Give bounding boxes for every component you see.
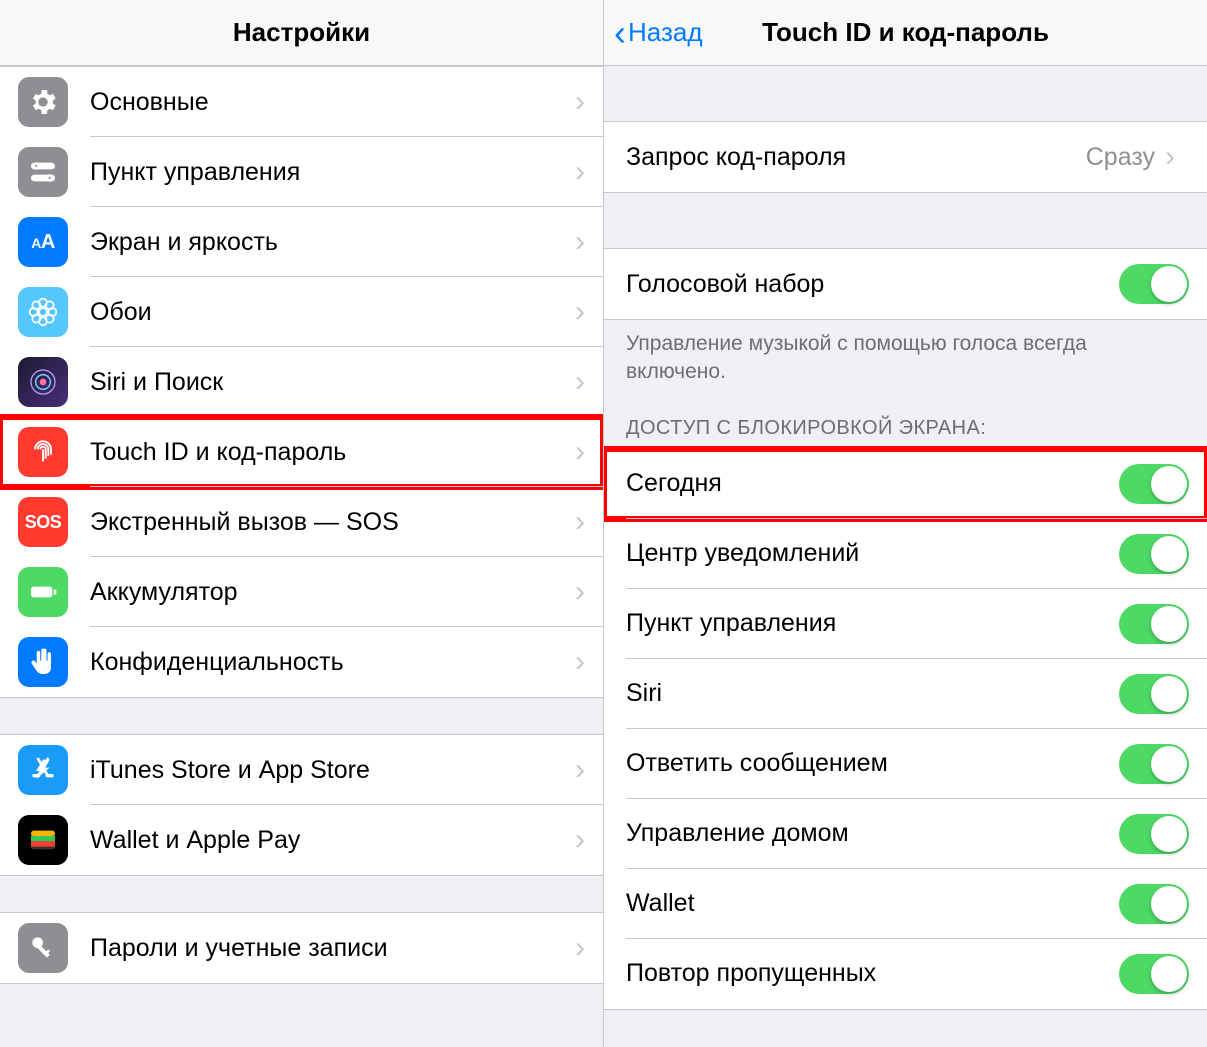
chevron-right-icon: ›	[575, 505, 585, 539]
siri-icon	[18, 357, 68, 407]
chevron-left-icon: ‹	[614, 15, 626, 51]
row-voice-dial[interactable]: Голосовой набор	[604, 249, 1207, 319]
gear-icon	[18, 77, 68, 127]
settings-row-battery[interactable]: Аккумулятор›	[0, 557, 603, 627]
group-lock-access: СегодняЦентр уведомленийПункт управления…	[604, 448, 1207, 1010]
lock-switch-siri[interactable]	[1119, 674, 1189, 714]
settings-row-label: iTunes Store и App Store	[90, 738, 575, 803]
settings-row-label: Пункт управления	[90, 140, 575, 205]
settings-row-label: Экран и яркость	[90, 210, 575, 275]
settings-group: iTunes Store и App Store›Wallet и Apple …	[0, 734, 603, 876]
settings-row-wallpaper[interactable]: Обои›	[0, 277, 603, 347]
lock-row-siri[interactable]: Siri	[604, 659, 1207, 729]
voice-dial-switch[interactable]	[1119, 264, 1189, 304]
chevron-right-icon: ›	[575, 931, 585, 965]
settings-row-label: Wallet и Apple Pay	[90, 808, 575, 873]
lock-row-return-missed[interactable]: Повтор пропущенных	[604, 939, 1207, 1009]
lock-switch-cc[interactable]	[1119, 604, 1189, 644]
flower-icon	[18, 287, 68, 337]
settings-row-passwords[interactable]: Пароли и учетные записи›	[0, 913, 603, 983]
chevron-right-icon: ›	[1165, 140, 1175, 174]
settings-row-itunes[interactable]: iTunes Store и App Store›	[0, 735, 603, 805]
settings-row-label: Конфиденциальность	[90, 630, 575, 695]
chevron-right-icon: ›	[575, 645, 585, 679]
lock-row-notif[interactable]: Центр уведомлений	[604, 519, 1207, 589]
lock-row-today[interactable]: Сегодня	[604, 449, 1207, 519]
chevron-right-icon: ›	[575, 225, 585, 259]
wallet-icon	[18, 815, 68, 865]
settings-row-label: Siri и Поиск	[90, 350, 575, 415]
voice-dial-label: Голосовой набор	[626, 252, 1119, 317]
lock-switch-reply[interactable]	[1119, 744, 1189, 784]
settings-row-label: Обои	[90, 280, 575, 345]
switches-icon	[18, 147, 68, 197]
lock-row-wallet[interactable]: Wallet	[604, 869, 1207, 939]
settings-row-label: Touch ID и код-пароль	[90, 420, 575, 485]
settings-row-label: Экстренный вызов — SOS	[90, 490, 575, 555]
lock-switch-notif[interactable]	[1119, 534, 1189, 574]
lock-row-reply[interactable]: Ответить сообщением	[604, 729, 1207, 799]
settings-row-label: Основные	[90, 70, 575, 135]
aa-icon: AA	[18, 217, 68, 267]
settings-row-display[interactable]: AA Экран и яркость›	[0, 207, 603, 277]
lock-row-label: Wallet	[626, 871, 1119, 936]
lock-row-home[interactable]: Управление домом	[604, 799, 1207, 869]
battery-icon	[18, 567, 68, 617]
row-require-passcode[interactable]: Запрос код-пароля Сразу ›	[604, 122, 1207, 192]
touchid-content[interactable]: Запрос код-пароля Сразу › Голосовой набо…	[604, 66, 1207, 1047]
lock-row-label: Ответить сообщением	[626, 731, 1119, 796]
touchid-pane: ‹ Назад Touch ID и код-пароль Запрос код…	[604, 0, 1207, 1047]
settings-row-siri[interactable]: Siri и Поиск›	[0, 347, 603, 417]
chevron-right-icon: ›	[575, 85, 585, 119]
chevron-right-icon: ›	[575, 823, 585, 857]
group-require-passcode: Запрос код-пароля Сразу ›	[604, 121, 1207, 193]
hand-icon	[18, 637, 68, 687]
voice-dial-footer: Управление музыкой с помощью голоса всег…	[604, 320, 1207, 393]
lock-access-header: ДОСТУП С БЛОКИРОВКОЙ ЭКРАНА:	[604, 393, 1207, 448]
lock-row-label: Сегодня	[626, 451, 1119, 516]
touchid-navbar: ‹ Назад Touch ID и код-пароль	[604, 0, 1207, 66]
key-icon	[18, 923, 68, 973]
back-button[interactable]: ‹ Назад	[614, 15, 703, 51]
chevron-right-icon: ›	[575, 753, 585, 787]
settings-group: Пароли и учетные записи›	[0, 912, 603, 984]
settings-row-sos[interactable]: SOS Экстренный вызов — SOS›	[0, 487, 603, 557]
settings-title: Настройки	[233, 17, 370, 48]
lock-row-label: Управление домом	[626, 801, 1119, 866]
group-voice-dial: Голосовой набор	[604, 248, 1207, 320]
settings-row-privacy[interactable]: Конфиденциальность›	[0, 627, 603, 697]
lock-switch-home[interactable]	[1119, 814, 1189, 854]
lock-switch-today[interactable]	[1119, 464, 1189, 504]
touchid-title: Touch ID и код-пароль	[762, 17, 1049, 48]
settings-content[interactable]: Основные›Пункт управления›AAЭкран и ярко…	[0, 66, 603, 1047]
require-passcode-value: Сразу	[1086, 143, 1165, 172]
chevron-right-icon: ›	[575, 575, 585, 609]
settings-pane: Настройки Основные›Пункт управления›AAЭк…	[0, 0, 604, 1047]
settings-row-label: Аккумулятор	[90, 560, 575, 625]
settings-row-touchid[interactable]: Touch ID и код-пароль›	[0, 417, 603, 487]
lock-row-cc[interactable]: Пункт управления	[604, 589, 1207, 659]
settings-group: Основные›Пункт управления›AAЭкран и ярко…	[0, 66, 603, 698]
chevron-right-icon: ›	[575, 155, 585, 189]
lock-row-label: Пункт управления	[626, 591, 1119, 656]
lock-row-label: Siri	[626, 661, 1119, 726]
lock-switch-return-missed[interactable]	[1119, 954, 1189, 994]
lock-row-label: Центр уведомлений	[626, 521, 1119, 586]
sos-icon: SOS	[18, 497, 68, 547]
settings-row-wallet[interactable]: Wallet и Apple Pay›	[0, 805, 603, 875]
back-label: Назад	[628, 17, 703, 48]
appstore-icon	[18, 745, 68, 795]
chevron-right-icon: ›	[575, 435, 585, 469]
require-passcode-label: Запрос код-пароля	[626, 125, 1086, 190]
chevron-right-icon: ›	[575, 365, 585, 399]
lock-row-label: Повтор пропущенных	[626, 941, 1119, 1006]
settings-row-label: Пароли и учетные записи	[90, 916, 575, 981]
chevron-right-icon: ›	[575, 295, 585, 329]
lock-switch-wallet[interactable]	[1119, 884, 1189, 924]
settings-row-general[interactable]: Основные›	[0, 67, 603, 137]
settings-navbar: Настройки	[0, 0, 603, 66]
fingerprint-icon	[18, 427, 68, 477]
settings-row-control-center[interactable]: Пункт управления›	[0, 137, 603, 207]
